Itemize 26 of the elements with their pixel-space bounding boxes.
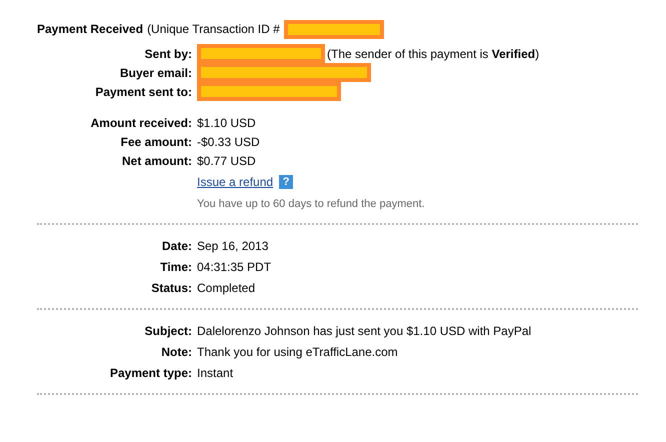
field-value: Dalelorenzo Johnson has just sent you $1.10 USD with PayPal (197, 324, 532, 338)
field-label: Net amount: (121, 154, 192, 168)
field-value: $1.10 USD (197, 116, 256, 130)
field-value: Instant (197, 366, 234, 380)
transaction-id-label: (Unique Transaction ID # (147, 22, 280, 36)
refund-hint: You have up to 60 days to refund the payment. (197, 198, 425, 210)
field-value: $0.77 USD (197, 154, 256, 168)
refund-link[interactable]: Issue a refund (197, 175, 274, 189)
sender-note: (The sender of this payment is Verified) (327, 46, 540, 60)
field-label: Payment type: (108, 366, 192, 380)
field-value: 04:31:35 PDT (197, 260, 272, 274)
field-label: Subject: (144, 324, 192, 338)
field-label: Status: (150, 280, 192, 294)
field-label: Sent by: (144, 46, 192, 60)
field-label: Buyer email: (118, 66, 192, 80)
field-value: Thank you for using eTrafficLane.com (197, 344, 398, 358)
field-label: Payment sent to: (94, 84, 192, 98)
field-label: Amount received: (90, 116, 192, 130)
field-value: Sep 16, 2013 (197, 238, 268, 252)
field-label: Time: (159, 260, 192, 274)
field-value: -$0.33 USD (197, 134, 260, 148)
page-title: Payment Received (37, 22, 144, 36)
field-label: Fee amount: (120, 134, 192, 148)
field-label: Note: (160, 344, 192, 358)
field-value: Completed (197, 280, 256, 294)
field-label: Date: (160, 238, 192, 252)
